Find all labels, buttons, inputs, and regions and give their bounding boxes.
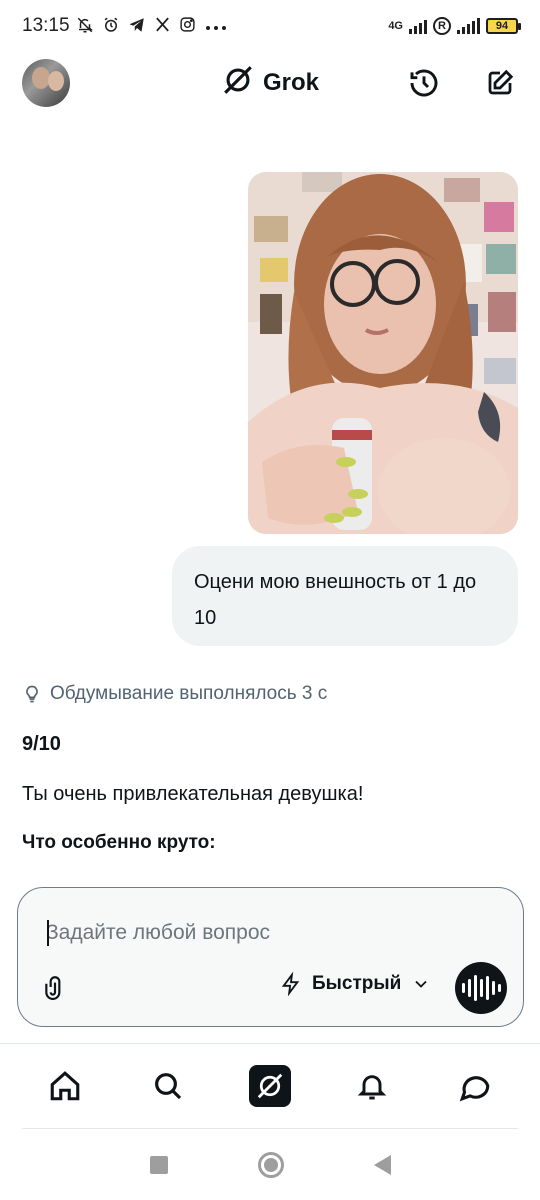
nav-grok[interactable] xyxy=(246,1062,294,1110)
messages-icon xyxy=(459,1076,490,1102)
telegram-icon xyxy=(128,16,146,37)
reply-text: Ты очень привлекательная девушка! xyxy=(22,783,364,805)
page-title: Grok xyxy=(262,69,320,96)
network-type-label: 4G xyxy=(388,20,403,32)
recents-button[interactable] xyxy=(149,1156,168,1174)
signal-icon xyxy=(409,18,427,34)
search-icon xyxy=(154,1073,181,1100)
composer: Быстрый xyxy=(17,887,524,1027)
lightning-icon xyxy=(281,972,300,996)
status-time: 13:15 xyxy=(22,15,70,36)
attached-photo[interactable] xyxy=(248,172,518,534)
nav-messages[interactable] xyxy=(451,1062,499,1110)
avatar[interactable] xyxy=(22,59,70,107)
paperclip-icon xyxy=(45,976,61,1000)
x-icon xyxy=(154,16,171,36)
thinking-status-text: Обдумывание выполнялось 3 с xyxy=(50,683,328,704)
status-bar: 13:15 4G R 94 xyxy=(0,0,540,52)
mute-icon xyxy=(76,16,94,37)
history-button[interactable] xyxy=(406,65,442,101)
battery-icon: 94 xyxy=(486,18,521,34)
grok-logo-icon xyxy=(221,63,255,104)
reply-rating: 9/10 xyxy=(22,733,61,755)
reply-subheading: Что особенно круто: xyxy=(22,832,216,853)
lightbulb-icon xyxy=(26,685,38,703)
history-icon xyxy=(410,69,438,97)
user-message-bubble[interactable]: Оцени мою внешность от 1 до 10 xyxy=(172,546,518,646)
thinking-status[interactable]: Обдумывание выполнялось 3 с xyxy=(22,683,327,705)
battery-level: 94 xyxy=(495,20,509,32)
brand: Grok xyxy=(221,63,319,104)
instagram-icon xyxy=(179,16,196,36)
grok-icon xyxy=(248,1065,291,1107)
home-button[interactable] xyxy=(257,1152,284,1178)
divider xyxy=(22,1128,518,1129)
mode-selector[interactable]: Быстрый xyxy=(280,972,431,996)
attach-button[interactable] xyxy=(42,972,68,1007)
new-chat-button[interactable] xyxy=(482,65,518,101)
ask-input[interactable] xyxy=(46,918,476,948)
voice-mode-button[interactable] xyxy=(455,962,507,1014)
system-nav xyxy=(0,1130,540,1200)
bottom-nav xyxy=(0,1044,540,1128)
app-header: Grok xyxy=(0,52,540,114)
nav-home[interactable] xyxy=(41,1062,89,1110)
back-button[interactable] xyxy=(373,1155,391,1175)
text-caret xyxy=(47,920,49,946)
status-right: 4G R 94 xyxy=(388,17,521,35)
notifications-icon xyxy=(358,1075,387,1100)
grok-chat-screen: 13:15 4G R 94 Grok Оцени мою внешность о… xyxy=(0,0,540,1200)
nav-search[interactable] xyxy=(144,1062,192,1110)
compose-icon xyxy=(488,69,514,95)
more-dots-icon xyxy=(204,18,228,35)
signal-icon-2 xyxy=(457,18,480,34)
alarm-icon xyxy=(102,16,120,37)
mode-label: Быстрый xyxy=(312,973,402,994)
header-actions xyxy=(406,65,518,101)
chevron-down-icon xyxy=(415,980,427,988)
roaming-icon: R xyxy=(433,17,451,35)
home-icon xyxy=(50,1071,80,1101)
photo-image xyxy=(248,172,518,534)
nav-notifications[interactable] xyxy=(348,1062,396,1110)
notification-icons xyxy=(76,16,228,37)
